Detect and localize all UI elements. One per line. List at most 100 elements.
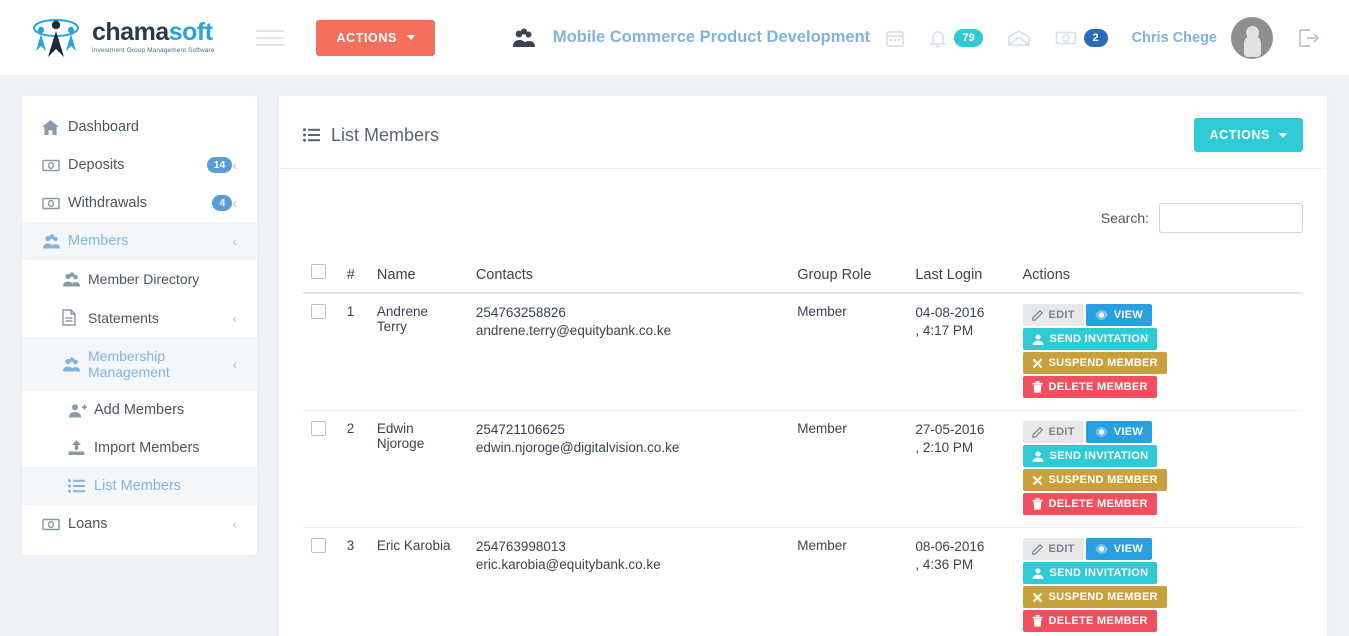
chevron-left-icon: ‹: [232, 309, 237, 326]
home-icon: [42, 119, 68, 135]
sidebar-navigation: Dashboard Deposits 14 ‹ Withdrawals 4 ‹ …: [22, 96, 257, 555]
suspend-member-label: SUSPEND MEMBER: [1048, 591, 1158, 603]
current-group[interactable]: Mobile Commerce Product Development: [511, 28, 870, 48]
header-contacts[interactable]: Contacts: [467, 257, 790, 294]
delete-member-label: DELETE MEMBER: [1048, 498, 1148, 510]
user-profile-button[interactable]: Chris Chege: [1120, 16, 1285, 59]
row-checkbox[interactable]: [311, 538, 326, 553]
x-mark-icon: [1032, 358, 1043, 369]
cell-last-login-date: 08-06-2016: [915, 539, 985, 554]
cell-email: eric.karobia@equitybank.co.ke: [475, 557, 661, 572]
send-invitation-button[interactable]: SEND INVITATION: [1022, 562, 1158, 584]
cell-phone: 254721106625: [475, 422, 565, 437]
cell-last-login-date: 27-05-2016: [915, 422, 985, 437]
header-group-role[interactable]: Group Role: [789, 257, 908, 294]
sidebar-item-member-directory[interactable]: Member Directory: [22, 260, 257, 298]
content-actions-button[interactable]: ACTIONS: [1193, 118, 1303, 152]
trash-icon: [1032, 381, 1043, 393]
header-last-login[interactable]: Last Login: [907, 257, 1015, 294]
chevron-left-icon: ‹: [232, 516, 237, 532]
sidebar-item-loans[interactable]: Loans ‹: [22, 505, 257, 543]
view-label: VIEW: [1113, 543, 1144, 555]
x-mark-icon: [1032, 475, 1043, 486]
calendar-button[interactable]: [873, 28, 917, 48]
send-invitation-button[interactable]: SEND INVITATION: [1022, 445, 1158, 467]
view-button[interactable]: VIEW: [1085, 538, 1153, 560]
money-bill-icon: [42, 197, 68, 210]
row-action-buttons: EDIT VIEW SEND INVITATION SUSPEND MEMBER…: [1022, 304, 1211, 400]
logout-button[interactable]: [1285, 28, 1331, 48]
row-checkbox[interactable]: [311, 421, 326, 436]
brand-logo[interactable]: chamasoft Investment Group Management So…: [28, 15, 214, 61]
members-table: # Name Contacts Group Role Last Login Ac…: [303, 257, 1303, 636]
cell-email: andrene.terry@equitybank.co.ke: [475, 323, 672, 338]
sidebar-item-list-members[interactable]: List Members: [22, 467, 257, 505]
cell-actions: EDIT VIEW SEND INVITATION SUSPEND MEMBER…: [1014, 293, 1303, 411]
brand-tagline: Investment Group Management Software: [92, 47, 215, 55]
header-name[interactable]: Name: [368, 257, 468, 294]
edit-label: EDIT: [1048, 426, 1075, 438]
header-num[interactable]: #: [338, 257, 369, 294]
trash-icon: [1032, 498, 1043, 510]
select-all-checkbox[interactable]: [311, 264, 326, 279]
envelope-mail-icon: [1007, 28, 1031, 48]
search-input[interactable]: [1159, 203, 1303, 233]
edit-button[interactable]: EDIT: [1022, 421, 1084, 443]
sidebar-item-dashboard[interactable]: Dashboard: [22, 108, 257, 146]
view-button[interactable]: VIEW: [1085, 304, 1153, 326]
user-invite-icon: [1032, 567, 1044, 579]
page-body: Dashboard Deposits 14 ‹ Withdrawals 4 ‹ …: [0, 76, 1349, 636]
delete-member-button[interactable]: DELETE MEMBER: [1022, 493, 1157, 515]
view-button[interactable]: VIEW: [1085, 421, 1153, 443]
cell-name: Edwin Njoroge: [368, 410, 468, 528]
sidebar-item-membership-management[interactable]: Membership Management ‹: [22, 337, 257, 391]
edit-button[interactable]: EDIT: [1022, 304, 1084, 326]
cell-num: 1: [338, 293, 369, 411]
eye-icon: [1095, 544, 1108, 554]
cell-phone: 254763998013: [475, 539, 566, 554]
hamburger-menu-icon[interactable]: [256, 25, 285, 51]
content-actions-label: ACTIONS: [1209, 128, 1270, 142]
sidebar-item-import-members[interactable]: Import Members: [22, 429, 257, 467]
send-invitation-button[interactable]: SEND INVITATION: [1022, 328, 1158, 350]
edit-button[interactable]: EDIT: [1022, 538, 1084, 560]
sidebar-label: Loans: [68, 516, 108, 532]
delete-member-button[interactable]: DELETE MEMBER: [1022, 376, 1157, 398]
notifications-button[interactable]: 79: [917, 28, 994, 48]
edit-label: EDIT: [1048, 309, 1075, 321]
sidebar-item-statements[interactable]: Statements ‹: [22, 298, 257, 337]
group-name-label: Mobile Commerce Product Development: [552, 28, 871, 46]
chevron-left-icon: ‹: [232, 233, 237, 249]
send-invitation-label: SEND INVITATION: [1049, 450, 1149, 462]
row-checkbox-cell: [303, 410, 339, 528]
suspend-member-button[interactable]: SUSPEND MEMBER: [1022, 352, 1167, 374]
suspend-member-button[interactable]: SUSPEND MEMBER: [1022, 586, 1167, 608]
x-mark-icon: [1032, 592, 1043, 603]
sidebar-label: Membership Management: [88, 348, 170, 380]
table-header-row: # Name Contacts Group Role Last Login Ac…: [303, 257, 1303, 294]
sidebar-item-add-members[interactable]: Add Members: [22, 391, 257, 429]
notifications-count-badge: 79: [954, 28, 983, 47]
delete-member-button[interactable]: DELETE MEMBER: [1022, 610, 1157, 632]
chevron-left-icon: ‹: [232, 356, 237, 372]
page-title-label: List Members: [331, 124, 440, 145]
top-navigation-bar: chamasoft Investment Group Management So…: [0, 0, 1349, 76]
sidebar-item-withdrawals[interactable]: Withdrawals 4 ‹: [22, 184, 257, 222]
sidebar-label: Statements: [88, 309, 159, 326]
cell-actions: EDIT VIEW SEND INVITATION SUSPEND MEMBER…: [1014, 410, 1303, 528]
row-action-buttons: EDIT VIEW SEND INVITATION SUSPEND MEMBER…: [1022, 538, 1211, 634]
pencil-icon: [1031, 309, 1043, 321]
row-checkbox[interactable]: [311, 304, 326, 319]
row-checkbox-cell: [303, 527, 339, 636]
suspend-member-button[interactable]: SUSPEND MEMBER: [1022, 469, 1167, 491]
sidebar-item-members[interactable]: Members ‹: [22, 222, 257, 260]
payments-button[interactable]: 2: [1043, 28, 1120, 47]
top-actions-button[interactable]: ACTIONS: [316, 19, 435, 56]
cell-last-login: 08-06-2016 , 4:36 PM: [907, 527, 1015, 636]
document-icon: [62, 309, 88, 326]
sidebar-item-deposits[interactable]: Deposits 14 ‹: [22, 146, 257, 184]
messages-button[interactable]: [995, 28, 1043, 48]
cell-name: Andrene Terry: [368, 293, 468, 411]
page-title: List Members: [303, 125, 439, 146]
cell-phone: 254763258826: [475, 305, 566, 320]
